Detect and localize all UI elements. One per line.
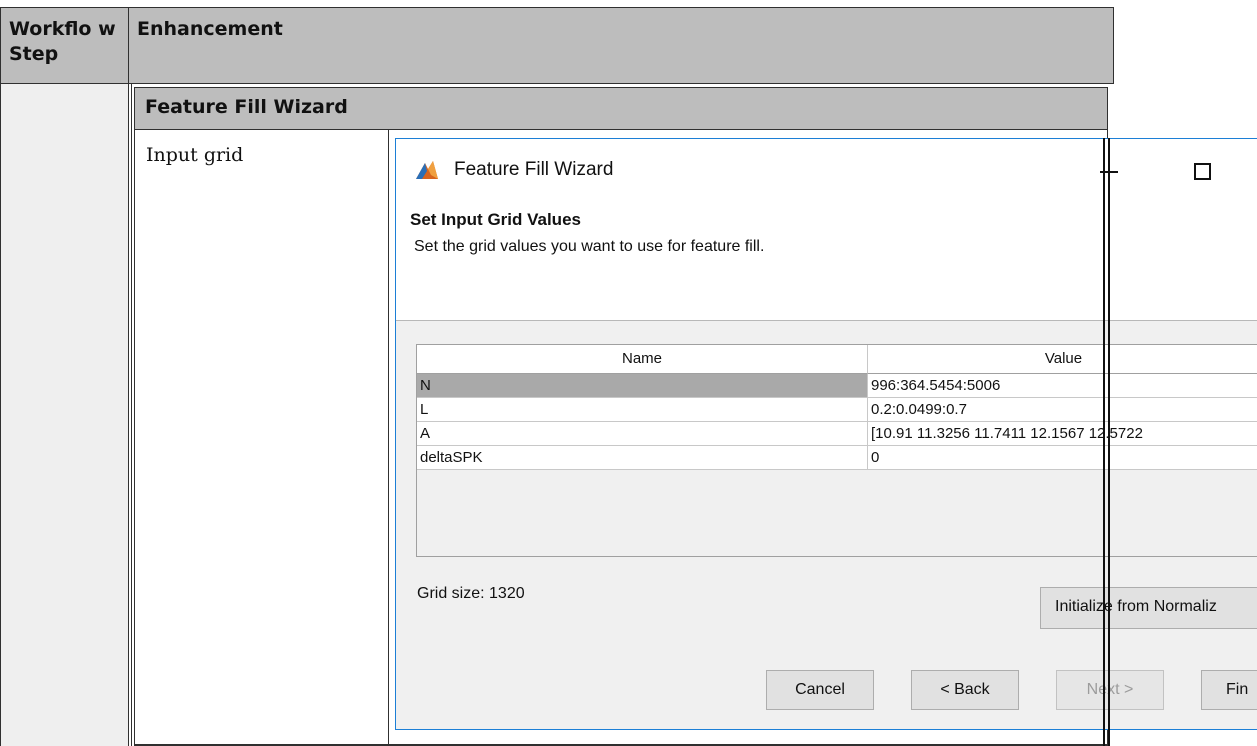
maximize-button[interactable] <box>1188 155 1218 185</box>
table-row-n-value[interactable]: 996:364.5454:5006 <box>868 374 1257 398</box>
table-rule-right <box>1108 138 1110 746</box>
maximize-icon <box>1194 163 1211 180</box>
finish-button[interactable]: Fin <box>1201 670 1257 710</box>
feature-fill-wizard-window: Feature Fill Wizard Set Input Grid Value… <box>395 138 1257 730</box>
header-cell-workflow-step: Workflo w Step <box>0 7 129 84</box>
table-row-deltaspk-name[interactable]: deltaSPK <box>417 446 868 470</box>
next-button[interactable]: Next > <box>1056 670 1164 710</box>
table-row-a-value[interactable]: [10.91 11.3256 11.7411 12.1567 12.5722 <box>868 422 1257 446</box>
table-rule-left <box>1103 138 1105 746</box>
section-title: Feature Fill Wizard <box>145 96 348 118</box>
table-row-a-name[interactable]: A <box>417 422 868 446</box>
table-row-n-name[interactable]: N <box>417 374 868 398</box>
column-header-name[interactable]: Name <box>417 345 868 374</box>
cancel-button[interactable]: Cancel <box>766 670 874 710</box>
wizard-step-heading: Set Input Grid Values <box>410 210 581 229</box>
row-label-input-grid: Input grid <box>146 144 244 166</box>
workflow-step-column <box>0 83 129 746</box>
header-cell-enhancement: Enhancement <box>128 7 1114 84</box>
enhancement-header: Enhancement <box>137 18 283 40</box>
section-title-bar: Feature Fill Wizard <box>135 88 1107 130</box>
grid-values-table[interactable]: Name Value N 996:364.5454:5006 L 0.2:0.0… <box>416 344 1257 557</box>
table-row-l-value[interactable]: 0.2:0.0499:0.7 <box>868 398 1257 422</box>
matlab-app-icon <box>416 161 438 179</box>
table-row-deltaspk-value[interactable]: 0 <box>868 446 1257 470</box>
initialize-from-normalizer-button[interactable]: Initialize from Normaliz <box>1040 587 1257 629</box>
wizard-step-subheading: Set the grid values you want to use for … <box>414 238 765 255</box>
grid-size-label: Grid size: 1320 <box>417 585 525 602</box>
row-label-cell: Input grid <box>135 130 389 745</box>
wizard-window-title: Feature Fill Wizard <box>454 159 614 180</box>
table-empty-area <box>417 470 1257 504</box>
wizard-header-area: Feature Fill Wizard Set Input Grid Value… <box>396 139 1257 321</box>
column-header-value[interactable]: Value <box>868 345 1257 374</box>
workflow-step-header: Workflo w Step <box>9 18 116 65</box>
table-row-l-name[interactable]: L <box>417 398 868 422</box>
back-button[interactable]: < Back <box>911 670 1019 710</box>
